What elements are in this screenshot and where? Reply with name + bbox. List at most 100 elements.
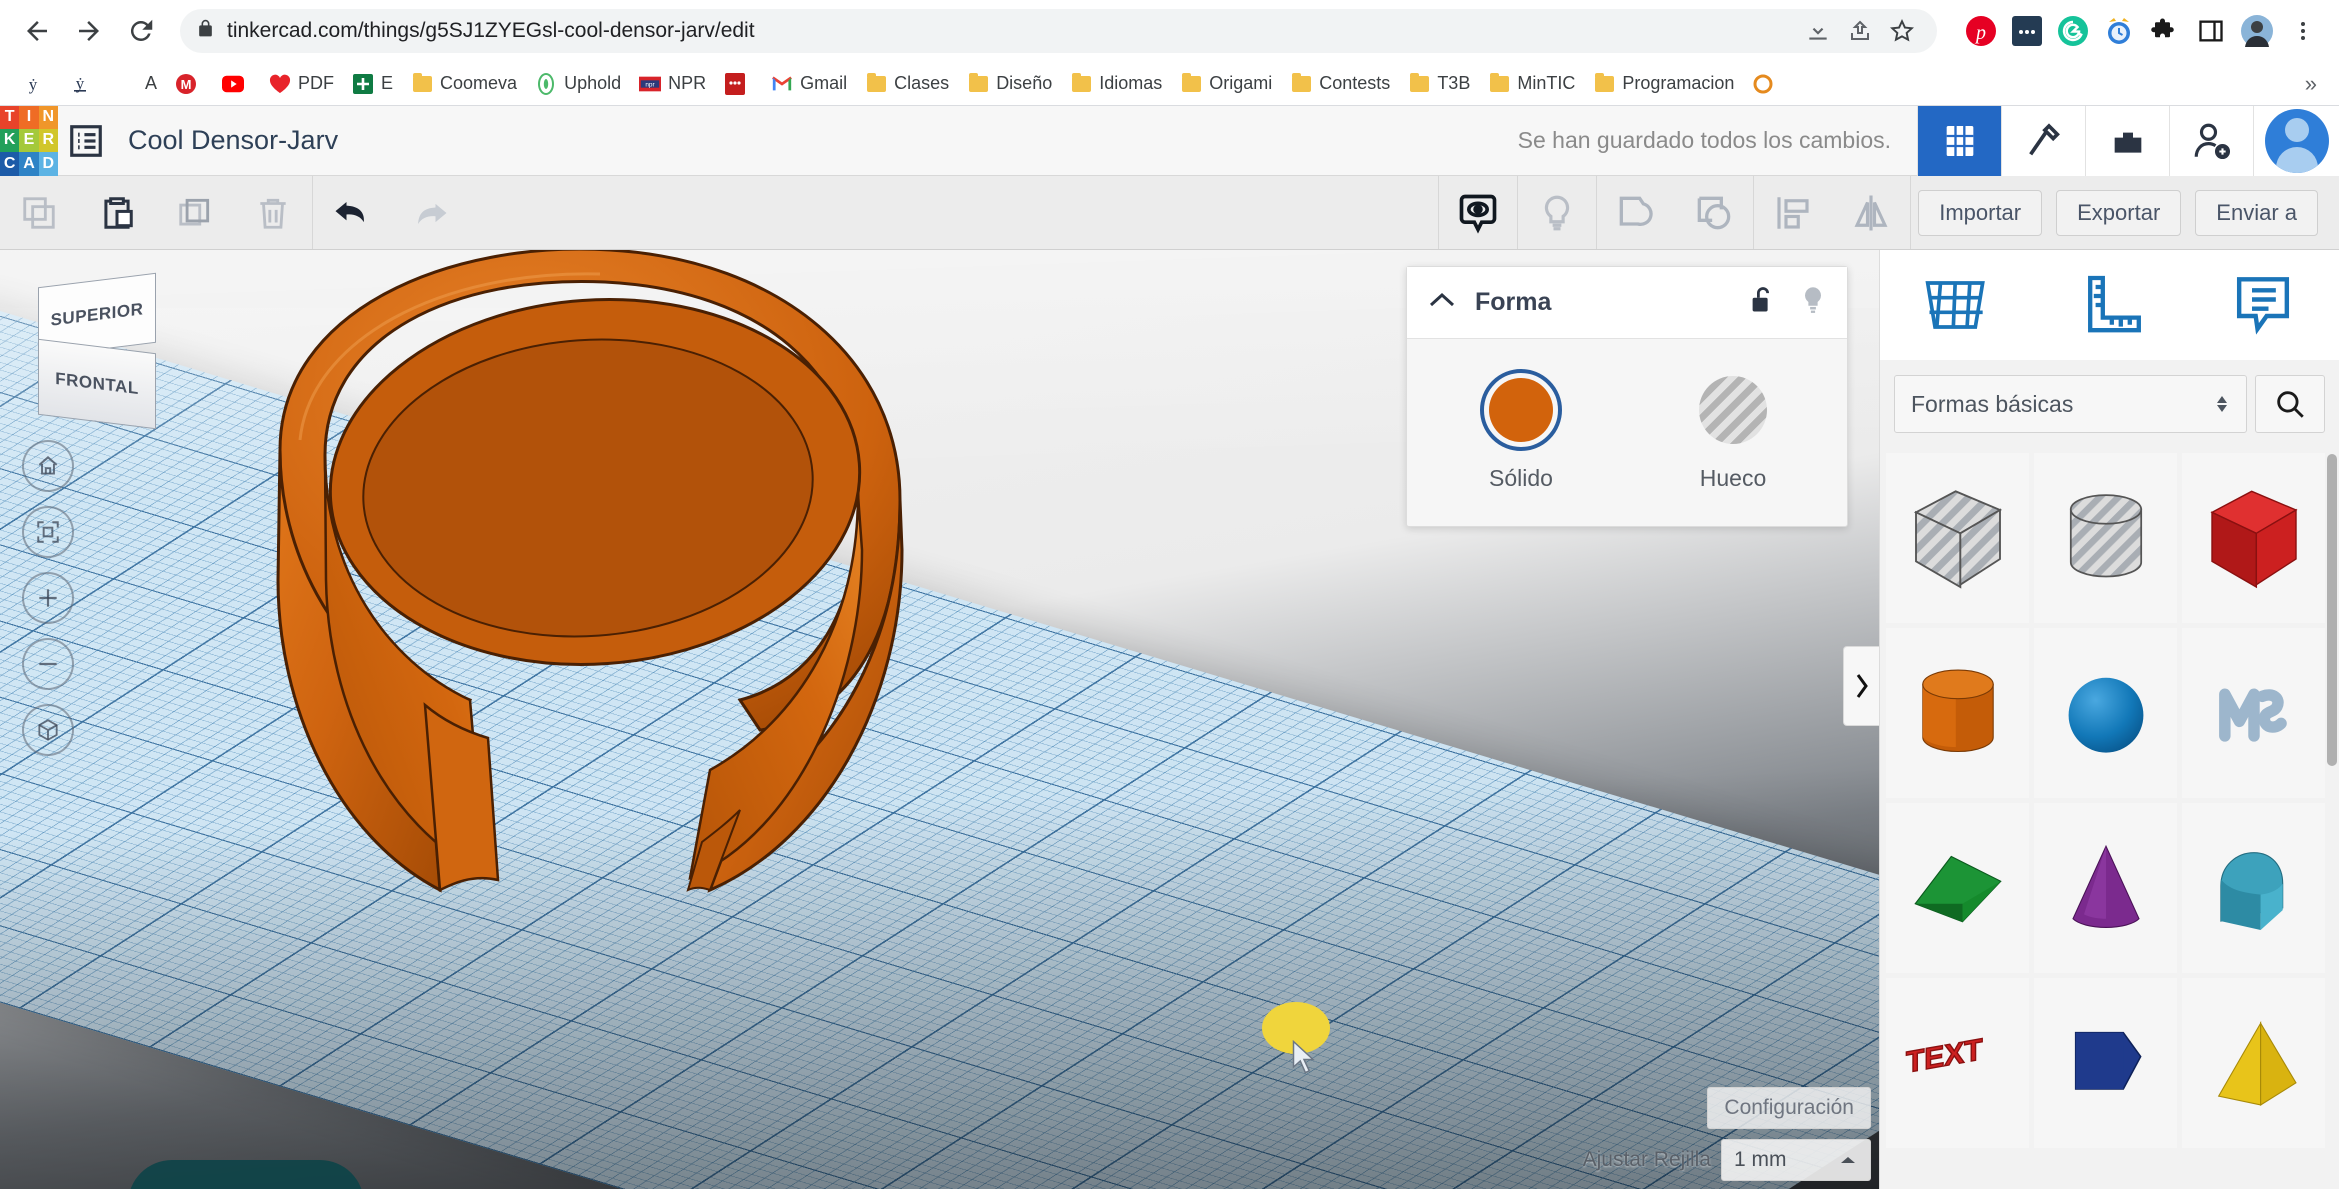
bookmark-item[interactable]: Coomeva	[403, 69, 525, 99]
tab-note[interactable]	[2186, 250, 2339, 360]
shape-cylinder-orange[interactable]	[1886, 628, 2029, 798]
shape-roundroof-teal[interactable]	[2182, 803, 2325, 973]
home-view-button[interactable]	[22, 440, 74, 492]
forward-button[interactable]	[66, 8, 112, 54]
list-menu-icon[interactable]	[58, 106, 114, 176]
blocks-button[interactable]	[2085, 106, 2169, 176]
bookmark-item[interactable]: MinTIC	[1480, 69, 1583, 99]
bookmark-item[interactable]: nprNPR	[631, 69, 714, 99]
bookmark-item[interactable]	[1744, 69, 1789, 99]
bookmark-label: Gmail	[800, 73, 847, 94]
settings-button[interactable]: Configuración	[1707, 1087, 1871, 1129]
fit-view-button[interactable]	[22, 506, 74, 558]
duplicate-button[interactable]	[156, 176, 234, 250]
address-bar[interactable]: tinkercad.com/things/g5SJ1ZYEGsl-cool-de…	[180, 9, 1937, 53]
svg-text:ẏ: ẏ	[29, 75, 38, 94]
delete-button[interactable]	[234, 176, 312, 250]
bookmark-item[interactable]: Diseño	[959, 69, 1060, 99]
shape-cylinder-hollow[interactable]	[2034, 453, 2177, 623]
lightbulb-icon[interactable]	[1799, 285, 1827, 320]
highlight-button[interactable]	[1518, 176, 1596, 250]
shape-option-hollow[interactable]: Hueco	[1658, 369, 1808, 492]
grid-view-button[interactable]	[1917, 106, 2001, 176]
share-icon[interactable]	[1841, 12, 1879, 50]
shape-sphere-blue[interactable]	[2034, 628, 2177, 798]
code-blocks-button[interactable]	[2001, 106, 2085, 176]
bookmark-item[interactable]: ẏ	[61, 69, 106, 99]
undo-button[interactable]	[313, 176, 391, 250]
bookmark-item[interactable]: E	[344, 69, 401, 99]
bookmark-item[interactable]: Clases	[857, 69, 957, 99]
bookmark-item[interactable]: T3B	[1400, 69, 1478, 99]
pinterest-icon[interactable]: p	[1959, 9, 2003, 53]
chrome-menu-icon[interactable]	[2281, 9, 2325, 53]
shape-pyramid-yellow[interactable]	[2182, 978, 2325, 1148]
ortho-perspective-button[interactable]	[22, 704, 74, 756]
copy-button[interactable]	[0, 176, 78, 250]
invite-button[interactable]	[2169, 106, 2253, 176]
export-button[interactable]: Exportar	[2056, 190, 2181, 236]
shape-box-hollow[interactable]	[1886, 453, 2029, 623]
profile-avatar[interactable]	[2235, 9, 2279, 53]
bookmark-item[interactable]: ẏ	[14, 69, 59, 99]
shape-text-red[interactable]: TEXT	[1886, 978, 2029, 1148]
model-bracelet[interactable]	[240, 250, 980, 950]
view-cube[interactable]: SUPERIOR FRONTAL	[38, 280, 158, 420]
send-to-button[interactable]: Enviar a	[2195, 190, 2318, 236]
bookmark-item[interactable]: PDF	[261, 69, 342, 99]
paste-button[interactable]	[78, 176, 156, 250]
tinkercad-logo[interactable]: T I N K E R C A D	[0, 106, 58, 176]
import-button[interactable]: Importar	[1918, 190, 2042, 236]
back-button[interactable]	[14, 8, 60, 54]
sidepanel-icon[interactable]	[2189, 9, 2233, 53]
bookmarks-overflow-button[interactable]: »	[2297, 71, 2325, 97]
shape-scribble[interactable]	[2182, 628, 2325, 798]
bookmark-item[interactable]: Idiomas	[1062, 69, 1170, 99]
redo-button[interactable]	[391, 176, 469, 250]
bookmark-item[interactable]: Contests	[1282, 69, 1398, 99]
reload-button[interactable]	[118, 8, 164, 54]
bookmark-star-icon[interactable]	[1883, 12, 1921, 50]
view-cube-front[interactable]: FRONTAL	[38, 339, 156, 429]
sidebar-scrollbar[interactable]	[2327, 454, 2337, 766]
tab-ruler[interactable]	[2033, 250, 2186, 360]
zoom-out-button[interactable]	[22, 638, 74, 690]
mirror-button[interactable]	[1832, 176, 1910, 250]
search-button[interactable]	[2255, 375, 2325, 433]
pocket-icon[interactable]	[2005, 9, 2049, 53]
shape-cone-purple[interactable]	[2034, 803, 2177, 973]
bookmark-item[interactable]: A	[108, 69, 165, 99]
snap-grid-select[interactable]: 1 mm	[1721, 1139, 1871, 1181]
sidebar-collapse-button[interactable]	[1843, 646, 1879, 726]
grammarly-icon[interactable]	[2051, 9, 2095, 53]
chevron-up-icon[interactable]	[1427, 290, 1457, 315]
bookmark-item[interactable]: Origami	[1172, 69, 1280, 99]
user-avatar[interactable]	[2253, 106, 2339, 176]
gmail-icon	[771, 73, 793, 95]
bookmark-item[interactable]: Gmail	[763, 69, 855, 99]
hollow-swatch[interactable]	[1699, 376, 1767, 444]
bookmark-item[interactable]: M	[167, 69, 212, 99]
solid-color-swatch[interactable]	[1489, 378, 1553, 442]
extensions-icon[interactable]	[2143, 9, 2187, 53]
group-button[interactable]	[1597, 176, 1675, 250]
zoom-in-button[interactable]	[22, 572, 74, 624]
shape-polygon-navy[interactable]	[2034, 978, 2177, 1148]
bookmark-item[interactable]: Programacion	[1585, 69, 1742, 99]
unlocked-padlock-icon[interactable]	[1749, 285, 1777, 320]
bookmark-item[interactable]: Uphold	[527, 69, 629, 99]
alarm-icon[interactable]	[2097, 9, 2141, 53]
download-icon[interactable]	[1799, 12, 1837, 50]
shape-box-red[interactable]	[2182, 453, 2325, 623]
shape-option-solid[interactable]: Sólido	[1446, 369, 1596, 492]
visibility-button[interactable]	[1439, 176, 1517, 250]
bookmark-item[interactable]	[214, 69, 259, 99]
ungroup-button[interactable]	[1675, 176, 1753, 250]
tab-workplane[interactable]	[1880, 250, 2033, 360]
3d-canvas[interactable]: SUPERIOR FRONTAL Shi	[0, 250, 1879, 1189]
shape-category-select[interactable]: Formas básicas	[1894, 375, 2247, 433]
bookmark-label: PDF	[298, 73, 334, 94]
shape-roof-green[interactable]	[1886, 803, 2029, 973]
bookmark-item[interactable]	[716, 69, 761, 99]
align-button[interactable]	[1754, 176, 1832, 250]
